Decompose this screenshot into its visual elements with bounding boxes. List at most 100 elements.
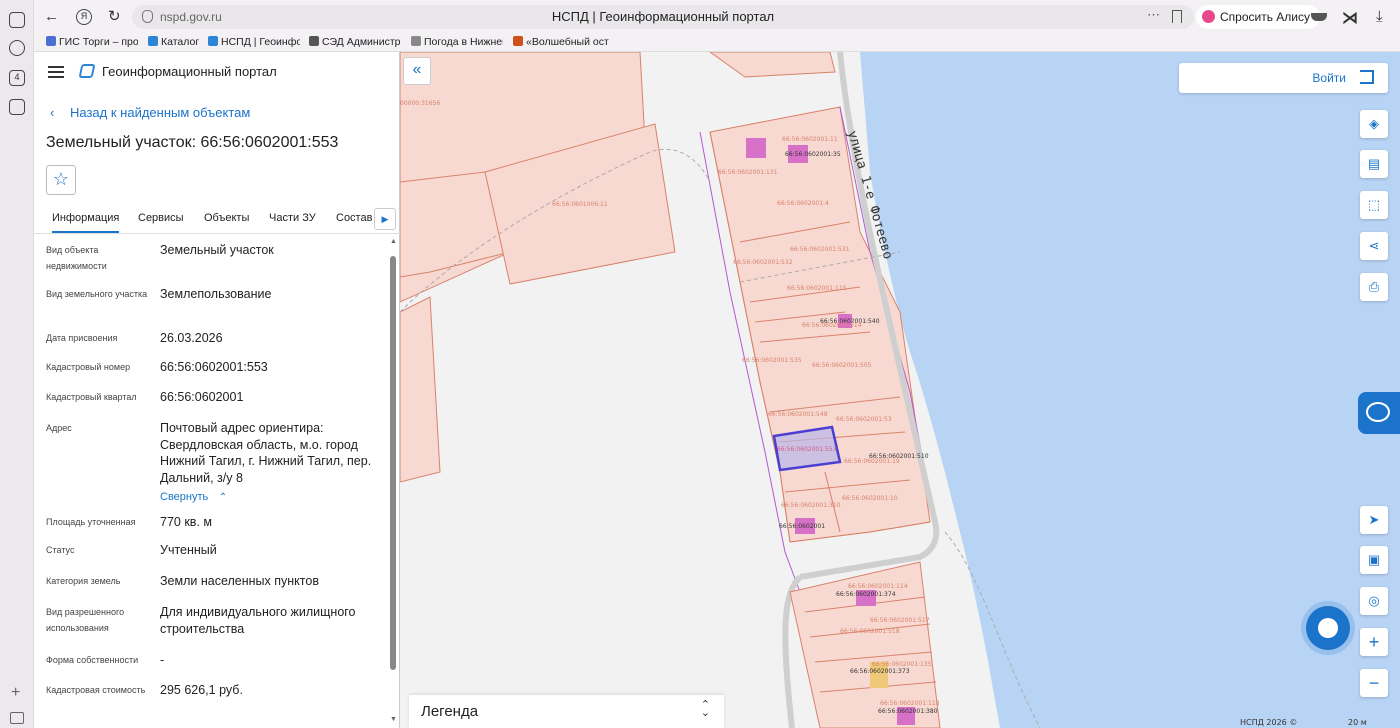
extension-icon[interactable]: ⋊ <box>1342 8 1358 28</box>
scroll-up-icon[interactable]: ▲ <box>390 238 397 245</box>
chevron-updown-icon: ⌃ ⌄ <box>700 699 710 719</box>
building-shape[interactable] <box>746 138 766 158</box>
parcel-label: 00000:31656 <box>400 100 440 107</box>
browser-side-rail: 4 + <box>0 0 34 728</box>
legend-bar[interactable]: Легенда ⌃ ⌄ <box>409 695 724 728</box>
address-bar[interactable]: nspd.gov.ru НСПД | Геоинформационный пор… <box>132 5 1194 29</box>
parcel-label: 66:56:0602001:53 <box>836 416 892 423</box>
back-arrow-icon[interactable]: ← <box>44 8 59 26</box>
bookmarks-bar: ГИС Торги – прод Каталог НСПД | Геоинфор… <box>34 34 1400 52</box>
panel-scrollbar[interactable]: ▲ ▼ <box>390 238 397 726</box>
field-value: - <box>160 653 165 667</box>
field-label: Площадь уточненная <box>46 517 136 527</box>
tab-count-badge[interactable]: 4 <box>9 70 25 86</box>
parcel-label: 66:56:0602001:548 <box>768 411 828 418</box>
geolocation-button[interactable]: ➤ <box>1360 506 1388 534</box>
zoom-in-button[interactable]: + <box>1360 628 1388 656</box>
bookmark-item[interactable]: ГИС Торги – прод <box>46 36 138 48</box>
parcel-label: 66:56:0602001:19 <box>844 458 900 465</box>
tab-objects[interactable]: Объекты <box>204 212 249 224</box>
bookmark-item[interactable]: «Волшебный остр <box>513 36 609 48</box>
downloads-icon[interactable]: ⤓ <box>1376 8 1383 25</box>
footer-copyright: НСПД 2026 © <box>1240 718 1297 727</box>
tab-services[interactable]: Сервисы <box>138 212 184 224</box>
bookmark-item[interactable]: СЭД Администра <box>309 36 401 48</box>
map-canvas[interactable]: 00000:31656 66:56:0601006:11 66:56:06020… <box>400 52 1400 728</box>
scroll-down-icon[interactable]: ▼ <box>390 716 397 723</box>
parcel-label: 66:56:0602001:531 <box>790 246 850 253</box>
chat-icon <box>1318 618 1338 638</box>
favorite-star-button[interactable]: ☆ <box>46 165 76 195</box>
cadastral-map[interactable]: 00000:31656 66:56:0601006:11 66:56:06020… <box>400 52 1400 728</box>
collapse-link-label: Свернуть <box>160 491 209 503</box>
chevron-left-icon[interactable]: ‹ <box>50 105 54 120</box>
field-value: 770 кв. м <box>160 515 212 529</box>
parcel-label: 66:56:0602001:380 <box>878 708 938 715</box>
play-icon[interactable] <box>9 40 25 56</box>
scrollbar-thumb[interactable] <box>390 256 396 670</box>
field-label: Кадастровый квартал <box>46 392 137 402</box>
parcel-label: 66:56:0602001:532 <box>733 259 793 266</box>
layers-button[interactable]: ◈ <box>1360 110 1388 138</box>
field-label: Категория земель <box>46 576 121 586</box>
download-tray-icon[interactable] <box>1311 13 1327 21</box>
field-label: Кадастровая стоимость <box>46 685 146 695</box>
yandex-icon[interactable]: Я <box>76 9 92 25</box>
field-value: Земли населенных пунктов <box>160 574 319 588</box>
area-select-button[interactable]: ⬚ <box>1360 191 1388 219</box>
map-scale: 20 м <box>1348 718 1367 727</box>
ask-alice-button[interactable]: Спросить Алису AI <box>1196 5 1320 48</box>
collapse-address-link[interactable]: Свернуть ⌃ <box>160 487 227 505</box>
collections-icon[interactable] <box>9 12 25 28</box>
share-button[interactable]: ⋖ <box>1360 232 1388 260</box>
field-label: Вид разрешенного использования <box>46 607 125 633</box>
object-title: Земельный участок: 66:56:0602001:553 <box>46 134 339 151</box>
field-value: Земельный участок <box>160 243 274 257</box>
login-button[interactable]: Войти <box>1179 63 1388 93</box>
tab-info[interactable]: Информация <box>52 212 120 233</box>
field-label: Статус <box>46 545 75 555</box>
field-value: 295 626,1 руб. <box>160 683 243 697</box>
more-icon[interactable]: ⋯ <box>1147 7 1160 23</box>
back-to-results-link[interactable]: Назад к найденным объектам <box>70 105 250 120</box>
reload-icon[interactable]: ↻ <box>108 8 121 26</box>
login-icon <box>1360 70 1374 84</box>
legend-label: Легенда <box>421 703 479 720</box>
parcel-label: 66:56:0602001:118 <box>880 700 940 707</box>
bookmark-item[interactable]: Погода в Нижнем <box>411 36 503 48</box>
parcel-label: 66:56:0602001:135 <box>872 661 932 668</box>
search-location-button[interactable]: ◎ <box>1360 587 1388 615</box>
print-button[interactable]: ⎙ <box>1360 273 1388 301</box>
bookmark-favicon <box>309 36 319 46</box>
menu-icon[interactable] <box>48 66 64 78</box>
ruler-button[interactable]: ▤ <box>1360 150 1388 178</box>
sidebar-toggle-icon[interactable] <box>10 712 24 724</box>
field-value: Для индивидуального жилищного строительс… <box>160 605 356 636</box>
chat-assistant-button[interactable] <box>1306 606 1350 650</box>
bookmark-favicon <box>148 36 158 46</box>
add-icon[interactable]: + <box>11 684 20 702</box>
parcel-label: 66:56:0602001:11 <box>782 136 838 143</box>
tab-composition[interactable]: Состав <box>336 212 372 224</box>
parcel-label: 66:56:0602001:4 <box>777 200 829 207</box>
bookmark-item[interactable]: Каталог <box>148 36 202 48</box>
parcel-label: 66:56:0602001:35 <box>785 151 841 158</box>
parcel-label: 66:56:0602001:535 <box>742 357 802 364</box>
basemap-button[interactable]: ▣ <box>1360 546 1388 574</box>
parcel-label: 66:56:0602001:115 <box>787 285 847 292</box>
tab-parts[interactable]: Части ЗУ <box>269 212 316 224</box>
gallery-icon[interactable] <box>9 99 25 115</box>
bookmark-item[interactable]: НСПД | Геоинфор <box>208 36 300 48</box>
field-label: Кадастровый номер <box>46 362 131 372</box>
portal-title: Геоинформационный портал <box>102 64 277 79</box>
tabs-scroll-right-button[interactable]: ▶ <box>374 208 396 230</box>
parcel-label: 66:56:0602001 <box>779 523 825 530</box>
bookmark-icon[interactable] <box>1172 10 1182 23</box>
field-value: 66:56:0602001 <box>160 390 244 404</box>
collapse-panel-button[interactable]: « <box>403 57 431 85</box>
bookmark-favicon <box>46 36 56 46</box>
zoom-out-button[interactable]: − <box>1360 669 1388 697</box>
feedback-tab[interactable] <box>1358 392 1400 434</box>
chat-bubble-icon <box>1366 402 1390 422</box>
info-panel: Геоинформационный портал ‹ Назад к найде… <box>34 52 400 728</box>
